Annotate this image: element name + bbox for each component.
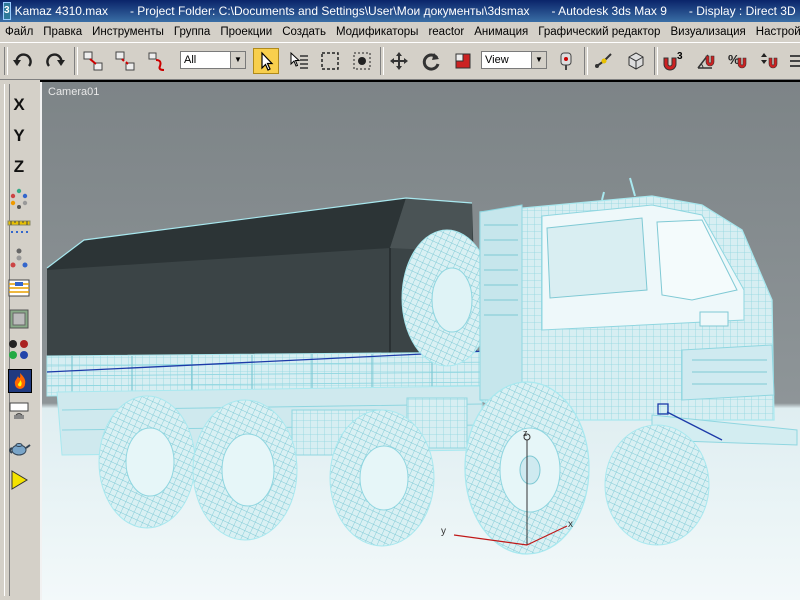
link-icon — [83, 51, 103, 71]
camera-viewport[interactable]: y x z Camera01 — [40, 82, 800, 600]
window-display-driver: - Display : Direct 3D — [688, 4, 796, 18]
selection-region-icon — [321, 52, 339, 70]
window-crossing-button[interactable] — [349, 48, 375, 74]
menu-graph-editors[interactable]: Графический редактор — [533, 26, 665, 38]
restrict-to-xy-button[interactable] — [7, 186, 31, 210]
select-by-name-icon — [290, 51, 308, 69]
magnet-snap-icon: 3 — [663, 51, 683, 71]
menu-group[interactable]: Группа — [169, 26, 215, 38]
window-crossing-icon — [353, 52, 371, 70]
render-teapot-window-icon — [9, 402, 29, 419]
snap-dimension-label: 3 — [677, 51, 683, 62]
menu-modifiers[interactable]: Модификаторы — [331, 26, 424, 38]
angle-snap-icon — [697, 54, 715, 69]
rotate-icon — [422, 53, 440, 71]
restrict-to-z-button[interactable]: Z — [7, 155, 31, 179]
render-scene-dialog-button[interactable] — [7, 400, 31, 424]
restrict-to-y-button[interactable]: Y — [7, 124, 31, 148]
window-project-folder: - Project Folder: C:\Documents and Setti… — [129, 4, 530, 18]
named-selection-sets-button[interactable] — [788, 48, 800, 74]
snaps-toggle-button[interactable]: 3 — [660, 48, 686, 74]
layer-manager-icon — [8, 279, 30, 297]
flame-icon — [14, 373, 26, 389]
reference-coordinate-dropdown[interactable]: View ▼ — [481, 51, 547, 69]
window-file-name: Kamaz 4310.max — [14, 4, 108, 18]
axis-constraints-toolbar: X Y Z — [0, 80, 40, 600]
select-object-button[interactable] — [253, 48, 279, 74]
select-and-manipulate-button[interactable] — [591, 48, 617, 74]
play-icon — [11, 470, 28, 490]
material-spheres-icon — [9, 340, 28, 359]
arrow-cursor-icon — [261, 51, 274, 71]
restrict-to-plane-button[interactable] — [7, 215, 31, 239]
scale-icon — [455, 53, 471, 69]
reference-coordinate-value: View — [485, 54, 509, 66]
scene-render: y x z — [42, 82, 800, 600]
restrict-to-x-button[interactable]: X — [7, 93, 31, 117]
truck-wheel-front-far — [604, 424, 710, 546]
percent-snap-toggle-button[interactable]: % — [724, 48, 750, 74]
teapot-icon — [9, 443, 31, 456]
spinner-snap-icon — [761, 53, 778, 69]
menu-rendering[interactable]: Визуализация — [665, 26, 750, 38]
play-animation-button[interactable] — [7, 468, 31, 492]
unlink-selection-button[interactable] — [112, 48, 138, 74]
gizmo-x-label: x — [568, 519, 573, 530]
bind-to-space-warp-button[interactable] — [144, 48, 170, 74]
select-and-link-button[interactable] — [80, 48, 106, 74]
select-by-name-button[interactable] — [285, 48, 311, 74]
array-icon — [10, 248, 28, 268]
select-and-rotate-button[interactable] — [418, 48, 444, 74]
menu-create[interactable]: Создать — [277, 26, 331, 38]
gizmo-y-label: y — [441, 526, 446, 537]
title-bar: 3 Kamaz 4310.max - Project Folder: C:\Doc… — [0, 0, 800, 22]
unlink-icon — [115, 51, 135, 71]
undo-icon — [13, 53, 32, 67]
angle-snap-toggle-button[interactable] — [692, 48, 718, 74]
keyboard-shortcut-override-button[interactable] — [623, 48, 649, 74]
move-icon — [390, 52, 408, 70]
menu-file[interactable]: Файл — [0, 26, 38, 38]
chevron-down-icon: ▼ — [531, 52, 546, 68]
plane-ruler-icon — [7, 220, 31, 233]
chevron-down-icon: ▼ — [230, 52, 245, 68]
undo-button[interactable] — [10, 48, 36, 74]
gizmo-z-label: z — [523, 428, 528, 438]
layer-manager-button[interactable] — [7, 276, 31, 300]
selection-filter-dropdown[interactable]: All ▼ — [180, 51, 246, 69]
pivot-center-button[interactable] — [553, 48, 579, 74]
rectangular-selection-button[interactable] — [317, 48, 343, 74]
curve-editor-button[interactable] — [7, 307, 31, 331]
main-toolbar: All ▼ View ▼ 3 % — [0, 42, 800, 80]
render-effects-button[interactable] — [8, 369, 32, 393]
viewport-label[interactable]: Camera01 — [48, 86, 99, 98]
material-editor-button[interactable] — [7, 338, 31, 362]
spinner-snap-toggle-button[interactable] — [756, 48, 782, 74]
menu-reactor[interactable]: reactor — [423, 26, 469, 38]
menu-animation[interactable]: Анимация — [469, 26, 533, 38]
menu-bar: Файл Правка Инструменты Группа Проекции … — [0, 22, 800, 42]
menu-customize[interactable]: Настройка — [751, 26, 800, 38]
percent-snap-icon: % — [728, 52, 747, 69]
window-app-name: - Autodesk 3ds Max 9 — [551, 4, 667, 18]
quick-render-button[interactable] — [7, 435, 31, 459]
array-button[interactable] — [7, 246, 31, 270]
xy-plane-icon — [10, 188, 28, 209]
select-and-scale-button[interactable] — [450, 48, 476, 74]
curve-editor-icon — [9, 309, 29, 329]
space-warp-icon — [148, 52, 165, 71]
menu-edit[interactable]: Правка — [38, 26, 87, 38]
named-selection-icon — [790, 55, 800, 67]
menu-tools[interactable]: Инструменты — [87, 26, 169, 38]
select-and-move-button[interactable] — [386, 48, 412, 74]
redo-icon — [46, 53, 65, 67]
cube-icon — [628, 52, 644, 70]
3dsmax-app-icon[interactable]: 3 — [3, 2, 11, 20]
selection-filter-value: All — [184, 54, 197, 66]
redo-button[interactable] — [42, 48, 68, 74]
pivot-center-icon — [560, 52, 572, 70]
manipulate-icon — [595, 53, 612, 68]
menu-views[interactable]: Проекции — [215, 26, 277, 38]
